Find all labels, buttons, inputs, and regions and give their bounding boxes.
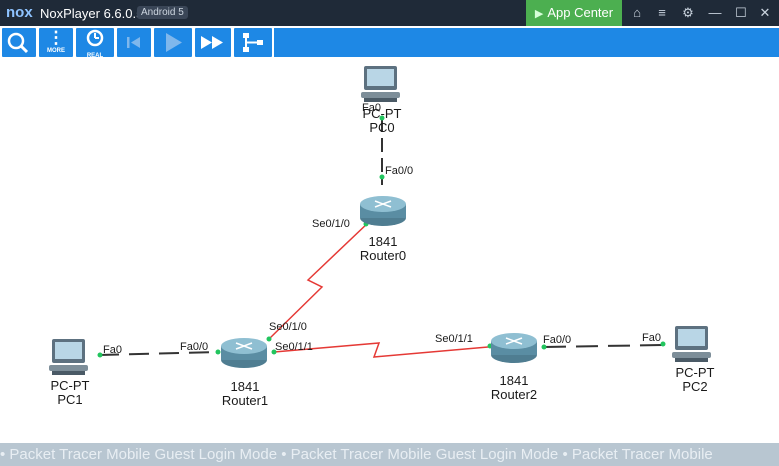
pc0-model: PC-PT — [362, 106, 402, 121]
router-icon[interactable] — [491, 333, 537, 363]
magnifier-icon — [7, 32, 29, 54]
router0-model: 1841 — [368, 234, 398, 249]
nox-logo: nox — [6, 4, 33, 21]
step-back-icon — [127, 37, 140, 48]
router2-se011-label: Se0/1/1 — [435, 333, 473, 345]
minimize-icon[interactable]: — — [706, 4, 724, 22]
gear-icon[interactable]: ⚙ — [679, 4, 697, 22]
menu-icon[interactable]: ≡ — [653, 4, 671, 22]
router0-fa00-label: Fa0/0 — [385, 165, 414, 177]
topology-button[interactable] — [234, 28, 272, 57]
pc2-port-label: Fa0 — [642, 332, 661, 344]
play-button[interactable] — [154, 28, 192, 57]
pc1-label: PC-PT PC1 — [42, 379, 98, 407]
router2-model: 1841 — [499, 373, 529, 388]
clock-icon — [86, 29, 104, 47]
shirt-icon[interactable]: ⌂ — [628, 4, 646, 22]
step-back-button[interactable] — [117, 28, 151, 57]
pc0-label: PC-PT PC0 — [354, 107, 410, 135]
pc-icon[interactable] — [672, 326, 711, 362]
more-label: MORE — [47, 48, 65, 54]
router1-fa00-label: Fa0/0 — [180, 341, 209, 353]
android-version-badge: Android 5 — [137, 6, 188, 19]
app-center-label: App Center — [547, 5, 614, 20]
pc-icon[interactable] — [361, 66, 400, 102]
router2-fa00-label: Fa0/0 — [543, 334, 572, 346]
router0-name: Router0 — [359, 248, 407, 263]
realtime-button[interactable]: REAL — [76, 28, 114, 59]
play-icon — [166, 33, 182, 52]
topology-canvas[interactable]: Fa0 PC-PT PC0 Fa0/0 Se0/1/0 1841 Router0… — [2, 58, 777, 443]
inspect-button[interactable] — [2, 28, 36, 57]
fast-forward-icon — [201, 36, 223, 49]
toolbar-background — [274, 28, 779, 57]
router1-model: 1841 — [230, 379, 260, 394]
fast-forward-button[interactable] — [195, 28, 231, 57]
router1-se011-label: Se0/1/1 — [275, 341, 313, 353]
router2-name: Router2 — [490, 387, 538, 402]
play-icon: ▶ — [534, 8, 544, 20]
router0-se010-label: Se0/1/0 — [312, 218, 350, 230]
router1-se010-label: Se0/1/0 — [269, 321, 307, 333]
guest-mode-banner: • Packet Tracer Mobile Guest Login Mode … — [0, 443, 779, 466]
router-icon[interactable] — [360, 196, 406, 226]
pc1-port-label: Fa0 — [103, 344, 122, 356]
pc2-model: PC-PT — [675, 365, 715, 380]
router-icon[interactable] — [221, 338, 267, 368]
pc2-label: PC-PT PC2 — [667, 366, 723, 394]
emulator-titlebar: nox NoxPlayer 6.6.0.5 Android 5 ▶ App Cen… — [0, 0, 779, 26]
vertical-dots-icon: ⋮ — [47, 28, 65, 47]
pc2-name: PC2 — [682, 379, 708, 394]
hierarchy-icon — [243, 33, 263, 52]
pc1-name: PC1 — [57, 392, 83, 407]
router1-label: 1841 Router1 — [210, 380, 280, 408]
pc-icon[interactable] — [49, 339, 88, 375]
window-title: NoxPlayer 6.6.0.5 — [40, 6, 144, 21]
router2-label: 1841 Router2 — [479, 374, 549, 402]
close-icon[interactable]: ✕ — [756, 4, 774, 22]
pc0-name: PC0 — [369, 120, 395, 135]
router0-label: 1841 Router0 — [348, 235, 418, 263]
more-button[interactable]: ⋮ MORE — [39, 28, 73, 57]
pc1-model: PC-PT — [50, 378, 90, 393]
app-center-button[interactable]: ▶ App Center — [526, 0, 622, 26]
maximize-icon[interactable]: ☐ — [732, 4, 750, 22]
router1-name: Router1 — [221, 393, 269, 408]
